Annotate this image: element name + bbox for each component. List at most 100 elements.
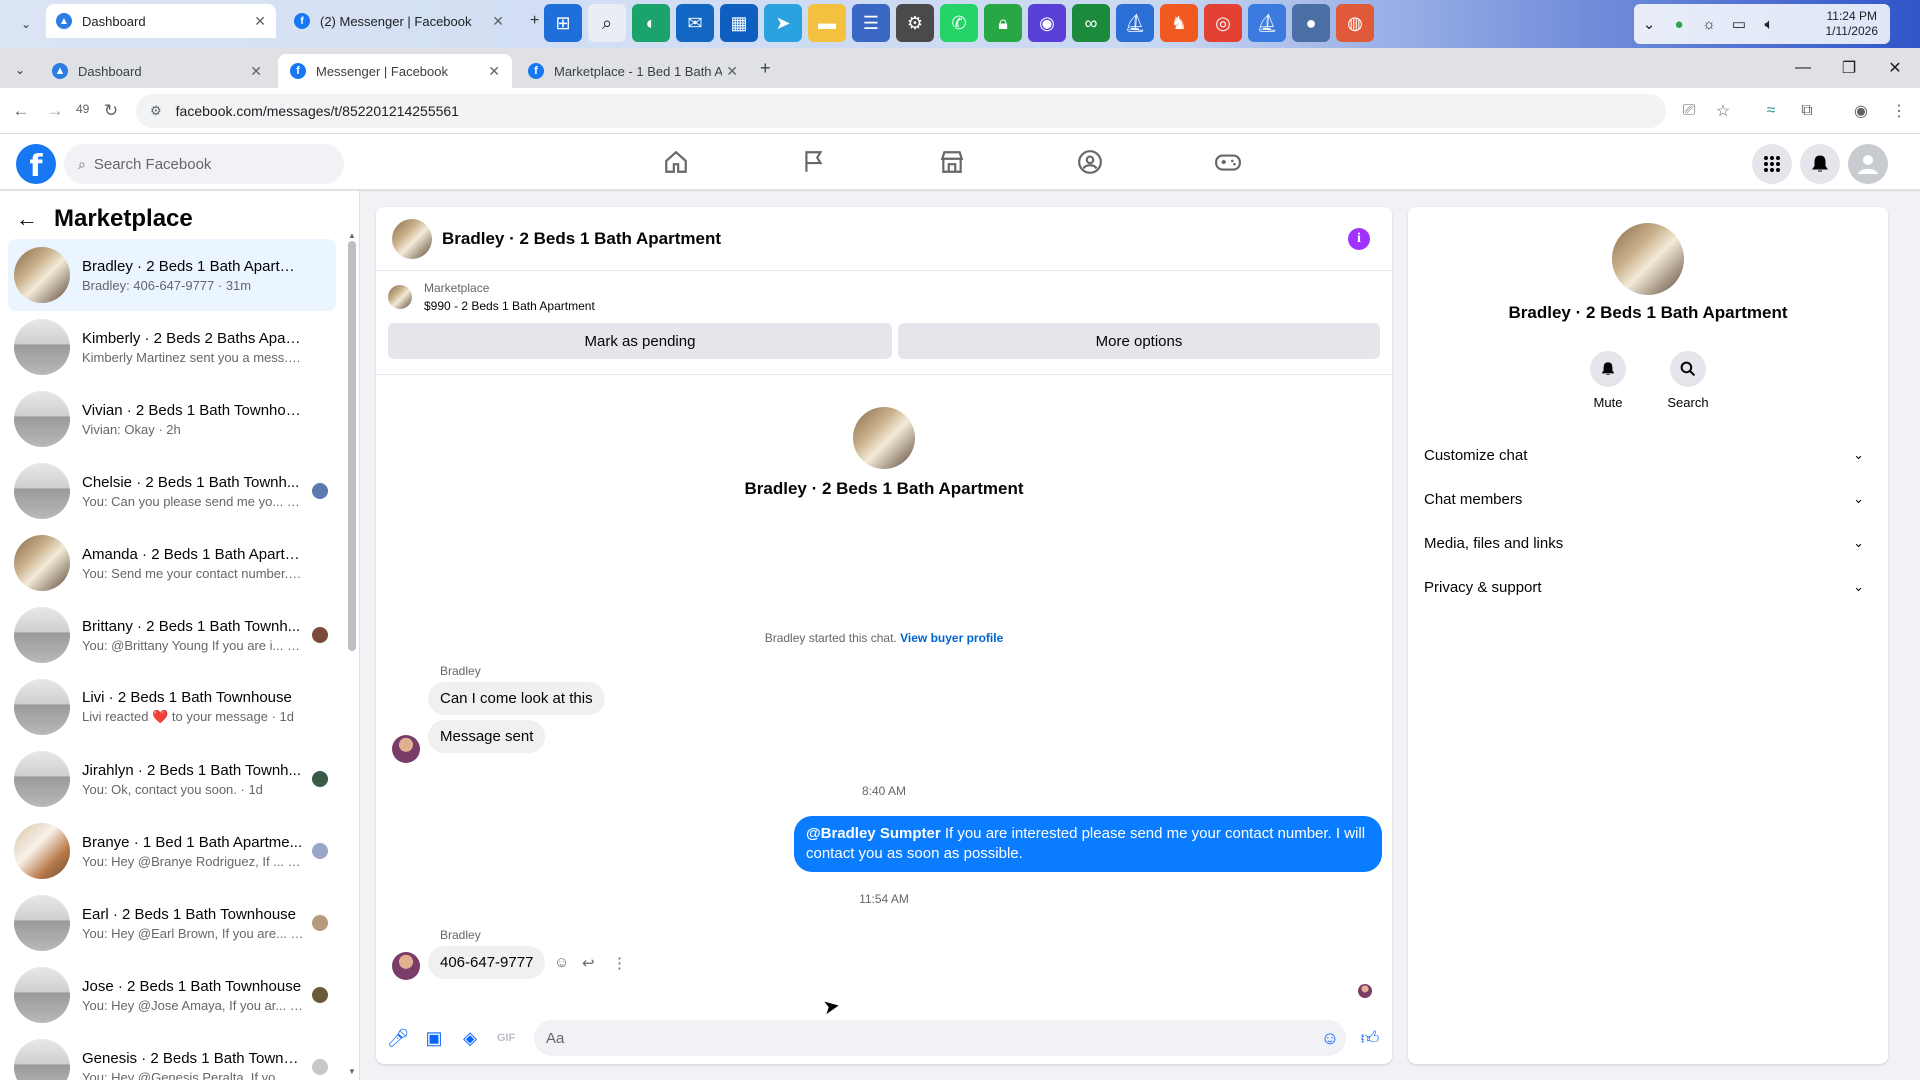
conversation-item[interactable]: Earl · 2 Beds 1 Bath Townhouse You: Hey @… [8,887,336,959]
tab-list-icon[interactable]: ⌄ [12,10,40,38]
conversation-item[interactable]: Vivian · 2 Beds 1 Bath Townhouse Vivian: … [8,383,336,455]
scroll-up-icon[interactable]: ▲ [348,231,356,240]
chevron-up-icon[interactable]: ⌄ [1634,15,1664,33]
whatsapp-icon[interactable]: ✆ [940,4,978,42]
minimize-icon[interactable]: — [1780,48,1826,88]
sailboat-icon[interactable]: ⛵︎ [1116,4,1154,42]
restore-icon[interactable]: ❐ [1826,48,1872,88]
conversation-item[interactable]: Kimberly · 2 Beds 2 Baths Apart... Kimber… [8,311,336,383]
sticker-icon[interactable]: ◈ [458,1026,482,1050]
close-icon[interactable]: ✕ [726,63,738,80]
gif-icon[interactable]: GIF [494,1026,518,1050]
avatar[interactable] [1612,223,1684,295]
back-icon[interactable]: ← [6,96,36,126]
avatar[interactable] [392,218,432,259]
react-emoji-icon[interactable]: ☺ [554,954,569,971]
conversation-item[interactable]: Branye · 1 Bed 1 Bath Apartme... You: Hey… [8,815,336,887]
conversation-item[interactable]: Chelsie · 2 Beds 1 Bath Townh... You: Can… [8,455,336,527]
sent-message-bubble[interactable]: @Bradley Sumpter If you are interested p… [794,816,1382,872]
conversation-item[interactable]: Livi · 2 Beds 1 Bath Townhouse Livi react… [8,671,336,743]
close-icon[interactable]: ✕ [488,63,500,80]
reply-icon[interactable]: ↩ [582,954,595,972]
mark-as-pending-button[interactable]: Mark as pending [388,323,892,359]
status-dot-icon[interactable]: ● [1664,16,1694,33]
mute-button[interactable]: Mute [1576,351,1640,410]
scroll-down-icon[interactable]: ▼ [348,1067,356,1076]
outlook-icon[interactable]: ✉ [676,4,714,42]
conversation-item[interactable]: Bradley · 2 Beds 1 Bath Apartment Bradley… [8,239,336,311]
pages-flag-icon[interactable] [758,138,870,186]
media-files-links-row[interactable]: Media, files and links ⌄ [1416,521,1880,565]
palette-icon[interactable]: ◉ [1028,4,1066,42]
search-facebook-field[interactable]: ⌕ Search Facebook [64,144,344,184]
infinity-icon[interactable]: ∞ [1072,4,1110,42]
info-icon[interactable]: i [1348,228,1370,250]
message-bubble[interactable]: Can I come look at this [428,682,605,715]
tools-icon[interactable]: ⚙ [896,4,934,42]
menu-kebab-icon[interactable]: ⋮ [1884,96,1914,126]
privacy-support-row[interactable]: Privacy & support ⌄ [1416,565,1880,609]
close-icon[interactable]: ✕ [250,63,262,80]
back-arrow-icon[interactable]: ← [16,206,38,232]
message-bubble[interactable]: 406-647-9777 [428,946,546,979]
close-icon[interactable]: ✕ [492,13,504,30]
extensions-puzzle-icon[interactable]: ⧉ [1792,96,1822,126]
gaming-icon[interactable] [1172,138,1284,186]
sailboat-icon[interactable]: ⛵︎ [1248,4,1286,42]
telegram-icon[interactable]: ➤ [764,4,802,42]
message-input[interactable] [534,1020,1346,1056]
close-icon[interactable]: ✕ [254,13,266,30]
clock[interactable]: 11:24 PM 1/11/2026 [1826,9,1879,39]
conversation-item[interactable]: Genesis · 2 Beds 1 Bath Townh... You: Hey… [8,1031,336,1080]
brightness-icon[interactable]: ☼ [1694,16,1724,33]
notifications-bell-icon[interactable] [1800,144,1840,184]
conversation-item[interactable]: Brittany · 2 Beds 1 Bath Townh... You: @B… [8,599,336,671]
sidebar-scrollbar[interactable] [348,241,356,651]
new-tab-icon[interactable]: + [760,58,771,79]
avatar[interactable] [392,735,420,763]
tab-messenger[interactable]: f Messenger | Facebook ✕ [278,54,512,88]
edge-browser-icon[interactable]: ◐ [632,4,670,42]
install-app-icon[interactable]: ⎚ [1674,96,1704,126]
brave-icon[interactable]: ♞ [1160,4,1198,42]
site-info-icon[interactable]: ⚙ [150,103,162,119]
url-bar[interactable]: ⚙ facebook.com/messages/t/85220121425556… [136,94,1666,128]
microphone-icon[interactable]: 🎤︎ [386,1026,410,1050]
forward-icon[interactable]: → [40,96,70,126]
app-badge-icon[interactable]: ● [1292,4,1330,42]
extension-icon[interactable]: ≈ [1756,96,1786,126]
listing-info[interactable]: Marketplace $990 - 2 Beds 1 Bath Apartme… [388,281,595,313]
search-icon[interactable]: ⌕ [588,4,626,42]
outer-tab-messenger[interactable]: f (2) Messenger | Facebook ✕ [284,4,514,38]
home-icon[interactable] [620,138,732,186]
reload-icon[interactable]: ↻ [96,96,126,126]
chat-members-row[interactable]: Chat members ⌄ [1416,477,1880,521]
notepad-icon[interactable]: ☰ [852,4,890,42]
emoji-icon[interactable]: ☺ [1318,1026,1342,1050]
tab-marketplace[interactable]: f Marketplace - 1 Bed 1 Bath Apa ✕ [516,54,750,88]
photo-icon[interactable]: ▣ [422,1026,446,1050]
conversation-item[interactable]: Jirahlyn · 2 Beds 1 Bath Townh... You: Ok… [8,743,336,815]
app-badge-icon[interactable]: ◍ [1336,4,1374,42]
close-window-icon[interactable]: ✕ [1872,48,1918,88]
conversation-item[interactable]: Jose · 2 Beds 1 Bath Townhouse You: Hey @… [8,959,336,1031]
bookmark-star-icon[interactable]: ☆ [1708,96,1738,126]
outer-tab-dashboard[interactable]: ▲ Dashboard ✕ [46,4,276,38]
menu-grid-icon[interactable] [1752,144,1792,184]
facebook-logo-icon[interactable]: f [16,144,56,184]
chat-title[interactable]: Bradley · 2 Beds 1 Bath Apartment [442,229,721,249]
avatar[interactable] [392,952,420,980]
account-avatar[interactable] [1848,144,1888,184]
network-icon[interactable]: ▭ [1724,15,1754,33]
search-in-conversation-button[interactable]: Search [1656,351,1720,410]
profile-icon[interactable]: ◉ [1846,96,1876,126]
marketplace-store-icon[interactable] [896,138,1008,186]
store-icon[interactable]: ▦ [720,4,758,42]
tab-search-icon[interactable]: ⌄ [8,58,32,82]
more-kebab-icon[interactable]: ⋮ [612,954,627,972]
lock-icon[interactable]: 🔒︎ [984,4,1022,42]
like-thumbs-up-icon[interactable]: 👍︎ [1358,1026,1382,1050]
chrome-icon[interactable]: ◎ [1204,4,1242,42]
file-explorer-icon[interactable]: ▬ [808,4,846,42]
view-buyer-profile-link[interactable]: View buyer profile [900,631,1003,645]
